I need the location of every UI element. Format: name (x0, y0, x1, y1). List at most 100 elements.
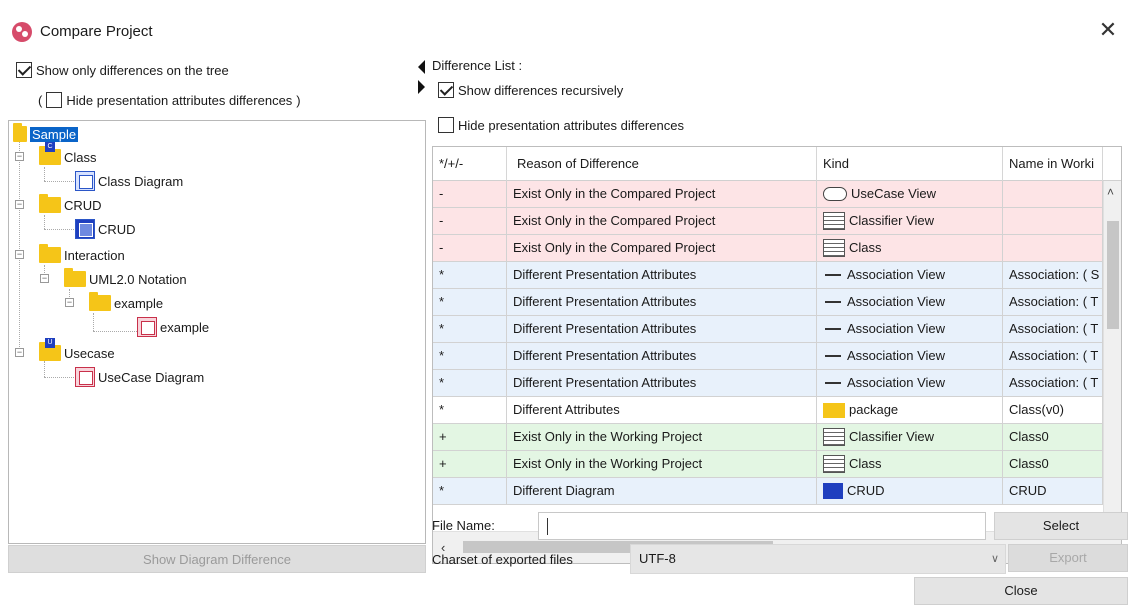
expand-right-arrow-icon[interactable] (418, 80, 425, 94)
kind-label: Association View (847, 321, 946, 336)
tree-node-uml-notation[interactable]: UML2.0 Notation (64, 268, 187, 290)
show-only-diff-checkbox[interactable] (16, 62, 32, 78)
table-row[interactable]: * Different Presentation Attributes Associ… (433, 343, 1103, 370)
hide-presentation-tree-option[interactable]: ( Hide presentation attributes differenc… (38, 92, 301, 108)
tree-node-usecase[interactable]: U Usecase (39, 338, 115, 364)
name-cell: Association: ( T (1003, 343, 1103, 370)
collapse-toggle-icon[interactable]: − (15, 152, 24, 161)
file-name-input[interactable] (538, 512, 986, 540)
table-row[interactable]: * Different Presentation Attributes Associ… (433, 316, 1103, 343)
hide-presentation-tree-checkbox[interactable] (46, 92, 63, 108)
tree-node-example-folder[interactable]: example (89, 292, 163, 314)
show-diagram-difference-button[interactable]: Show Diagram Difference (8, 545, 426, 573)
list-icon (823, 455, 845, 473)
kind-label: Class (849, 240, 882, 255)
show-only-diff-label: Show only differences on the tree (36, 62, 229, 78)
name-cell (1003, 181, 1103, 208)
table-row[interactable]: - Exist Only in the Compared Project UseCa… (433, 181, 1103, 208)
table-row[interactable]: + Exist Only in the Working Project Class C… (433, 451, 1103, 478)
name-cell (1003, 208, 1103, 235)
line-icon (825, 301, 841, 303)
kind-label: Association View (847, 348, 946, 363)
kind-cell: Classifier View (817, 208, 1003, 235)
reason-cell: Exist Only in the Compared Project (507, 208, 817, 235)
mark-cell: + (433, 424, 507, 451)
column-header-reason[interactable]: Reason of Difference (507, 147, 817, 181)
vertical-scrollbar[interactable]: ˄ ˅ (1103, 181, 1121, 531)
collapse-left-arrow-icon[interactable] (418, 60, 425, 74)
tree-node-class-diagram[interactable]: Class Diagram (75, 170, 183, 192)
tree-label-uml-notation: UML2.0 Notation (89, 271, 187, 287)
collapse-toggle-icon[interactable]: − (15, 200, 24, 209)
table-row[interactable]: * Different Presentation Attributes Associ… (433, 262, 1103, 289)
show-only-diff-option[interactable]: Show only differences on the tree (16, 62, 229, 78)
tree-label-class: Class (64, 149, 97, 165)
line-icon (825, 382, 841, 384)
folder-icon (13, 123, 27, 142)
show-recursive-checkbox[interactable] (438, 82, 454, 98)
mark-cell: * (433, 478, 507, 505)
kind-cell: Association View (817, 289, 1003, 316)
reason-cell: Different Attributes (507, 397, 817, 424)
tree-label-sample: Sample (30, 126, 79, 142)
folder-icon (64, 268, 86, 287)
table-row[interactable]: - Exist Only in the Compared Project Class (433, 235, 1103, 262)
mark-cell: - (433, 181, 507, 208)
reason-cell: Exist Only in the Compared Project (507, 181, 817, 208)
line-icon (825, 274, 841, 276)
tree-label-example-folder: example (114, 295, 164, 311)
show-recursive-option[interactable]: Show differences recursively (438, 82, 623, 98)
kind-label: UseCase View (851, 186, 937, 201)
hide-presentation-list-checkbox[interactable] (438, 117, 454, 133)
tree-node-crud-folder[interactable]: CRUD (39, 194, 102, 216)
charset-select[interactable]: UTF-8 ∨ (630, 544, 1006, 574)
table-row[interactable]: - Exist Only in the Compared Project Class… (433, 208, 1103, 235)
table-row[interactable]: * Different Diagram CRUD CRUD (433, 478, 1103, 505)
column-header-mark[interactable]: */+/- (433, 147, 507, 181)
kind-cell: Classifier View (817, 424, 1003, 451)
reason-cell: Exist Only in the Working Project (507, 451, 817, 478)
kind-label: Classifier View (849, 429, 935, 444)
tree-label-crud-diagram: CRUD (98, 221, 136, 237)
window-title: Compare Project (40, 23, 153, 40)
name-cell: Association: ( S (1003, 262, 1103, 289)
column-header-name[interactable]: Name in Worki (1003, 147, 1103, 181)
reason-cell: Different Diagram (507, 478, 817, 505)
export-button[interactable]: Export (1008, 544, 1128, 572)
table-header: */+/- Reason of Difference Kind Name in … (433, 147, 1121, 181)
kind-label: Association View (847, 375, 946, 390)
line-icon (825, 355, 841, 357)
table-row[interactable]: * Different Attributes package Class(v0) (433, 397, 1103, 424)
kind-cell: Association View (817, 262, 1003, 289)
collapse-toggle-icon[interactable]: − (15, 250, 24, 259)
tree-label-class-diagram: Class Diagram (98, 173, 184, 189)
select-button[interactable]: Select (994, 512, 1128, 540)
kind-label: Class (849, 456, 882, 471)
table-row[interactable]: * Different Presentation Attributes Associ… (433, 370, 1103, 397)
table-row[interactable]: * Different Presentation Attributes Associ… (433, 289, 1103, 316)
tree-node-usecase-diagram[interactable]: UseCase Diagram (75, 366, 204, 388)
collapse-toggle-icon[interactable]: − (15, 348, 24, 357)
project-tree[interactable]: Sample − C Class Class Diagram − CRUD CR… (8, 120, 426, 544)
column-header-kind[interactable]: Kind (817, 147, 1003, 181)
collapse-toggle-icon[interactable]: − (65, 298, 74, 307)
tree-node-example-diagram[interactable]: example (137, 316, 209, 338)
name-cell: Class0 (1003, 424, 1103, 451)
package-folder-icon: U (39, 338, 61, 361)
tree-node-crud-diagram[interactable]: CRUD (75, 218, 136, 240)
tree-node-class[interactable]: C Class (39, 142, 97, 168)
mark-cell: * (433, 316, 507, 343)
collapse-toggle-icon[interactable]: − (40, 274, 49, 283)
scroll-up-icon[interactable]: ˄ (1107, 185, 1114, 199)
hide-presentation-list-option[interactable]: Hide presentation attributes differences (438, 117, 684, 133)
close-window-icon[interactable]: ✕ (1096, 18, 1120, 42)
difference-table[interactable]: */+/- Reason of Difference Kind Name in … (432, 146, 1122, 564)
name-cell (1003, 235, 1103, 262)
tree-node-interaction[interactable]: Interaction (39, 244, 125, 266)
usecase-diagram-icon (75, 367, 95, 387)
chevron-down-icon: ∨ (990, 553, 999, 565)
diagram-icon (823, 483, 843, 499)
sequence-diagram-icon (137, 317, 157, 337)
vertical-scroll-thumb[interactable] (1107, 221, 1119, 329)
table-row[interactable]: + Exist Only in the Working Project Classi… (433, 424, 1103, 451)
